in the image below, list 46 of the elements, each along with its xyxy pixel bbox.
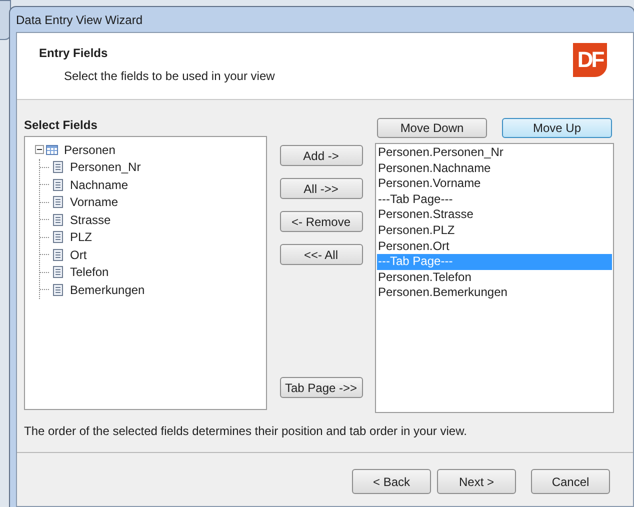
transfer-button[interactable]: <- Remove	[280, 211, 362, 232]
field-icon	[52, 161, 64, 174]
page-title: Entry Fields	[39, 46, 109, 60]
list-item[interactable]: Personen.Personen_Nr	[377, 145, 612, 161]
collapse-icon[interactable]	[35, 145, 44, 154]
tree-item[interactable]: Ort	[70, 248, 87, 262]
tree-item[interactable]: Personen	[64, 142, 116, 157]
cancel-button[interactable]: Cancel	[531, 469, 610, 494]
list-item[interactable]: Personen.Strasse	[377, 207, 612, 223]
tree-item[interactable]: Personen_Nr	[70, 160, 141, 174]
list-item[interactable]: Personen.PLZ	[377, 222, 612, 239]
page-subtitle: Select the fields to be used in your view	[63, 69, 275, 83]
list-item[interactable]: Personen.Telefon	[377, 270, 612, 286]
list-item[interactable]: Personen.Ort	[377, 238, 612, 254]
field-tree[interactable]: Personen Personen_Nr Nachname Vorname Strasse PLZ Ort Telefon Bemerkungen	[24, 136, 267, 410]
list-item[interactable]: Personen.Vorname	[377, 176, 612, 192]
list-item[interactable]: Personen.Nachname	[377, 160, 612, 176]
hint-text: The order of the selected fields determines their position and tab order in your view.	[24, 424, 468, 440]
tab-page-button[interactable]: Tab Page ->>	[280, 377, 362, 398]
transfer-button[interactable]: All ->>	[280, 178, 362, 199]
list-item[interactable]: ---Tab Page---	[377, 192, 612, 208]
field-icon	[52, 284, 64, 296]
field-icon	[52, 214, 64, 226]
back-button[interactable]: < Back	[352, 469, 431, 494]
selected-fields-list[interactable]: Personen.Personen_Nr Personen.Nachname Personen.Vorname ---Tab Page--- Personen.Strasse Personen.PLZ Personen.Ort ---Tab Page--- Personen.Telefon Personen.Bemerkungen	[375, 143, 614, 413]
field-icon	[52, 196, 64, 208]
move-down-button[interactable]: Move Down	[377, 118, 487, 138]
field-icon	[52, 178, 64, 191]
next-button[interactable]: Next >	[437, 469, 516, 494]
tree-item[interactable]: Bemerkungen	[70, 282, 145, 297]
logo: DF	[573, 43, 607, 77]
field-icon	[52, 231, 64, 244]
tree-item[interactable]: Nachname	[70, 178, 128, 192]
field-icon	[52, 248, 64, 261]
table-icon	[46, 144, 58, 156]
list-item[interactable]: Personen.Bemerkungen	[377, 285, 612, 301]
tree-item[interactable]: Telefon	[70, 265, 109, 280]
select-fields-label: Select Fields	[24, 118, 98, 134]
window-title: Data Entry View Wizard	[16, 12, 142, 26]
move-up-button[interactable]: Move Up	[502, 118, 612, 138]
transfer-button[interactable]: Add ->	[280, 145, 362, 166]
tree-item[interactable]: PLZ	[70, 230, 92, 244]
field-icon	[52, 266, 64, 278]
tree-item[interactable]: Vorname	[70, 195, 118, 210]
tree-item[interactable]: Strasse	[70, 212, 111, 227]
transfer-button[interactable]: <<- All	[280, 244, 362, 265]
